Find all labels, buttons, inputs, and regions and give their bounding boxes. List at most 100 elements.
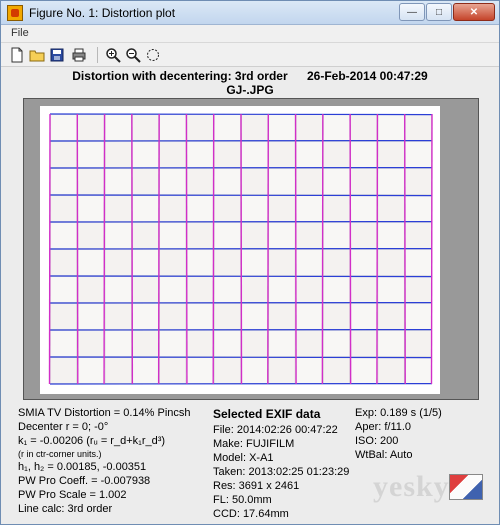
grid-tile <box>323 303 350 330</box>
grid-tile <box>213 168 241 195</box>
print-icon[interactable] <box>71 47 87 63</box>
grid-tile <box>404 249 432 276</box>
exif-make: Make: FUJIFILM <box>213 438 295 450</box>
grid-tile <box>377 249 405 276</box>
grid-tile <box>268 195 296 222</box>
toolbar <box>1 43 499 67</box>
grid-tile <box>241 222 269 249</box>
grid-tile <box>350 222 378 249</box>
grid-tile <box>186 195 214 222</box>
r-units-note: (r in ctr-corner units.) <box>18 449 102 459</box>
grid-tile <box>323 141 350 168</box>
grid-tile <box>404 357 432 384</box>
zoom-in-icon[interactable] <box>105 47 121 63</box>
grid-tile <box>159 222 187 249</box>
grid-tile <box>295 357 323 384</box>
grid-tile <box>377 357 405 384</box>
grid-tile <box>104 357 132 384</box>
grid-tile <box>186 249 214 276</box>
maximize-button[interactable]: □ <box>426 3 452 21</box>
grid-tile <box>323 357 350 384</box>
grid-tile <box>159 357 187 384</box>
exif-fl: FL: 50.0mm <box>213 494 272 506</box>
vertical-grid-line <box>294 113 297 385</box>
grid-tile <box>404 168 432 195</box>
grid-tile <box>132 114 159 141</box>
rotate-icon[interactable] <box>145 47 161 63</box>
vertical-grid-line <box>376 113 379 385</box>
grid-tile <box>241 303 269 330</box>
grid-tile <box>323 276 350 303</box>
title-bar[interactable]: Figure No. 1: Distortion plot — □ ✕ <box>1 1 499 25</box>
exif-heading: Selected EXIF data <box>213 407 321 421</box>
grid-tile <box>268 357 296 384</box>
grid-tile <box>404 330 432 357</box>
grid-tile <box>377 276 405 303</box>
grid-tile <box>241 141 269 168</box>
plot-subtitle: GJ-.JPG <box>226 83 274 97</box>
grid-tile <box>77 249 105 276</box>
grid-tile <box>350 303 378 330</box>
grid-tile <box>104 330 132 357</box>
h-values: h₁, h₂ = 0.00185, -0.00351 <box>18 461 147 473</box>
grid-tile <box>132 276 159 303</box>
grid-tile <box>213 249 241 276</box>
open-folder-icon[interactable] <box>29 47 45 63</box>
grid-tile <box>132 303 159 330</box>
plot-title: Distortion with decentering: 3rd order 2… <box>1 69 499 83</box>
vertical-grid-line <box>240 113 243 385</box>
grid-tile <box>404 114 432 141</box>
grid-tile <box>268 168 296 195</box>
grid-tile <box>295 114 323 141</box>
close-button[interactable]: ✕ <box>453 3 495 21</box>
plot-title-date: 26-Feb-2014 00:47:29 <box>306 69 428 83</box>
grid-tile <box>295 303 323 330</box>
grid-tile <box>213 114 241 141</box>
grid-tile <box>132 222 159 249</box>
grid-tile <box>132 195 159 222</box>
grid-tile <box>50 222 78 249</box>
minimize-button[interactable]: — <box>399 3 425 21</box>
grid-tile <box>50 330 78 357</box>
vertical-grid-line <box>349 113 352 385</box>
watermark-logo: yesky <box>369 460 487 516</box>
grid-tile <box>186 303 214 330</box>
vertical-grid-line <box>321 113 324 385</box>
grid-tile <box>241 114 269 141</box>
grid-tile <box>295 168 323 195</box>
grid-tile <box>132 168 159 195</box>
grid-tile <box>268 330 296 357</box>
grid-tile <box>104 276 132 303</box>
grid-tile <box>50 114 78 141</box>
grid-tile <box>377 141 405 168</box>
grid-tile <box>159 168 187 195</box>
grid-tile <box>350 141 378 168</box>
grid-tile <box>159 195 187 222</box>
smia-distortion: SMIA TV Distortion = 0.14% Pincsh <box>18 407 191 419</box>
grid-tile <box>159 330 187 357</box>
grid-tile <box>377 303 405 330</box>
zoom-out-icon[interactable] <box>125 47 141 63</box>
exif-model: Model: X-A1 <box>213 452 274 464</box>
grid-tile <box>213 276 241 303</box>
vertical-grid-line <box>76 113 79 385</box>
grid-tile <box>404 303 432 330</box>
grid-tile <box>241 168 269 195</box>
grid-tile <box>77 303 105 330</box>
menu-file[interactable]: File <box>11 27 29 39</box>
grid-tile <box>295 222 323 249</box>
grid-tile <box>50 141 78 168</box>
grid-tile <box>295 249 323 276</box>
vertical-grid-line <box>48 113 51 385</box>
pw-pro-scale: PW Pro Scale = 1.002 <box>18 489 127 501</box>
grid-tile <box>77 357 105 384</box>
exif-taken: Taken: 2013:02:25 01:23:29 <box>213 466 350 478</box>
grid-tile <box>404 276 432 303</box>
grid-tile <box>350 168 378 195</box>
grid-tile <box>241 357 269 384</box>
exif-res: Res: 3691 x 2461 <box>213 480 300 492</box>
grid-tile <box>241 330 269 357</box>
grid-tile <box>377 168 405 195</box>
new-file-icon[interactable] <box>9 47 25 63</box>
save-icon[interactable] <box>49 47 65 63</box>
